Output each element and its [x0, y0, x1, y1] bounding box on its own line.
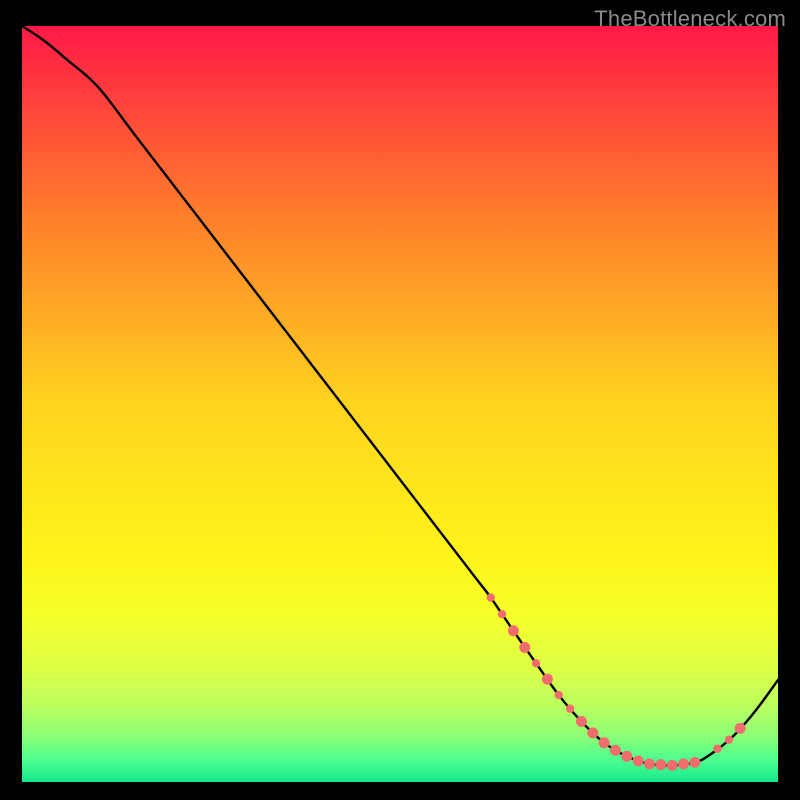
- marker-dot: [508, 625, 519, 636]
- marker-dot: [655, 759, 666, 770]
- marker-dot: [610, 745, 621, 756]
- bottleneck-chart: [22, 26, 778, 782]
- chart-background: [22, 26, 778, 782]
- marker-dot: [725, 735, 733, 743]
- marker-dot: [519, 642, 530, 653]
- marker-dot: [689, 757, 700, 768]
- marker-dot: [735, 723, 746, 734]
- marker-dot: [633, 755, 644, 766]
- marker-dot: [576, 716, 587, 727]
- marker-dot: [532, 659, 540, 667]
- marker-dot: [587, 727, 598, 738]
- chart-stage: TheBottleneck.com: [0, 0, 800, 800]
- marker-dot: [566, 704, 574, 712]
- marker-dot: [713, 745, 721, 753]
- marker-dot: [555, 691, 563, 699]
- marker-dot: [542, 674, 553, 685]
- marker-dot: [498, 610, 506, 618]
- marker-dot: [621, 751, 632, 762]
- marker-dot: [599, 737, 610, 748]
- marker-dot: [644, 758, 655, 769]
- marker-dot: [487, 593, 495, 601]
- watermark-label: TheBottleneck.com: [594, 6, 786, 32]
- marker-dot: [667, 760, 678, 771]
- marker-dot: [678, 758, 689, 769]
